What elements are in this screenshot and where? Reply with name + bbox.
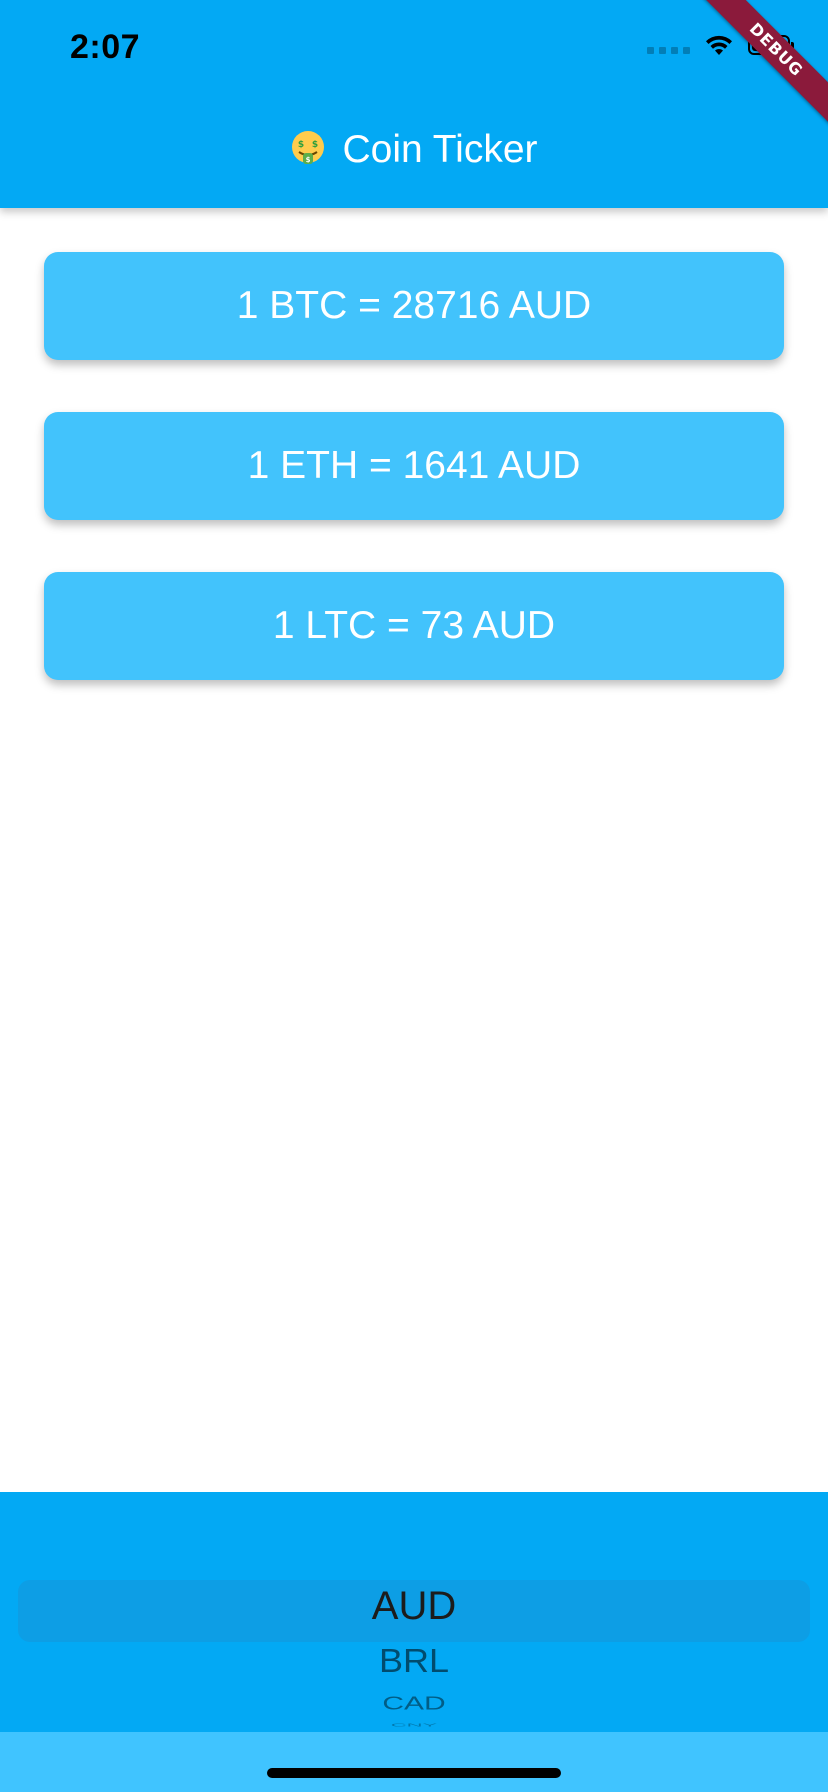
currency-picker[interactable]: AUD BRL CAD CNY [0,1492,828,1732]
picker-item[interactable]: CAD [0,1694,828,1714]
rate-text-btc: 1 BTC = 28716 AUD [236,284,592,327]
debug-banner-label: DEBUG [695,0,828,131]
picker-item[interactable]: BRL [0,1642,828,1681]
screen: 2:07 $ $ $ Coin Ticker DEBUG 1 BTC = 287… [0,0,828,1792]
rate-text-ltc: 1 LTC = 73 AUD [272,604,556,647]
status-time: 2:07 [70,28,141,66]
rate-card-ltc: 1 LTC = 73 AUD [44,572,784,680]
cellular-signal-icon [647,36,690,54]
app-title-text: Coin Ticker [342,128,538,171]
svg-text:$: $ [312,140,318,150]
svg-text:$: $ [298,140,304,150]
picker-item[interactable]: CNY [0,1722,828,1727]
home-indicator[interactable] [267,1768,561,1778]
rate-card-eth: 1 ETH = 1641 AUD [44,412,784,520]
svg-text:$: $ [306,156,311,164]
picker-item-selected[interactable]: AUD [0,1584,828,1629]
rate-card-btc: 1 BTC = 28716 AUD [44,252,784,360]
debug-banner: DEBUG [688,0,828,140]
home-indicator-area [0,1732,828,1792]
money-mouth-face-icon: $ $ $ [292,131,325,164]
rate-text-eth: 1 ETH = 1641 AUD [247,444,581,487]
